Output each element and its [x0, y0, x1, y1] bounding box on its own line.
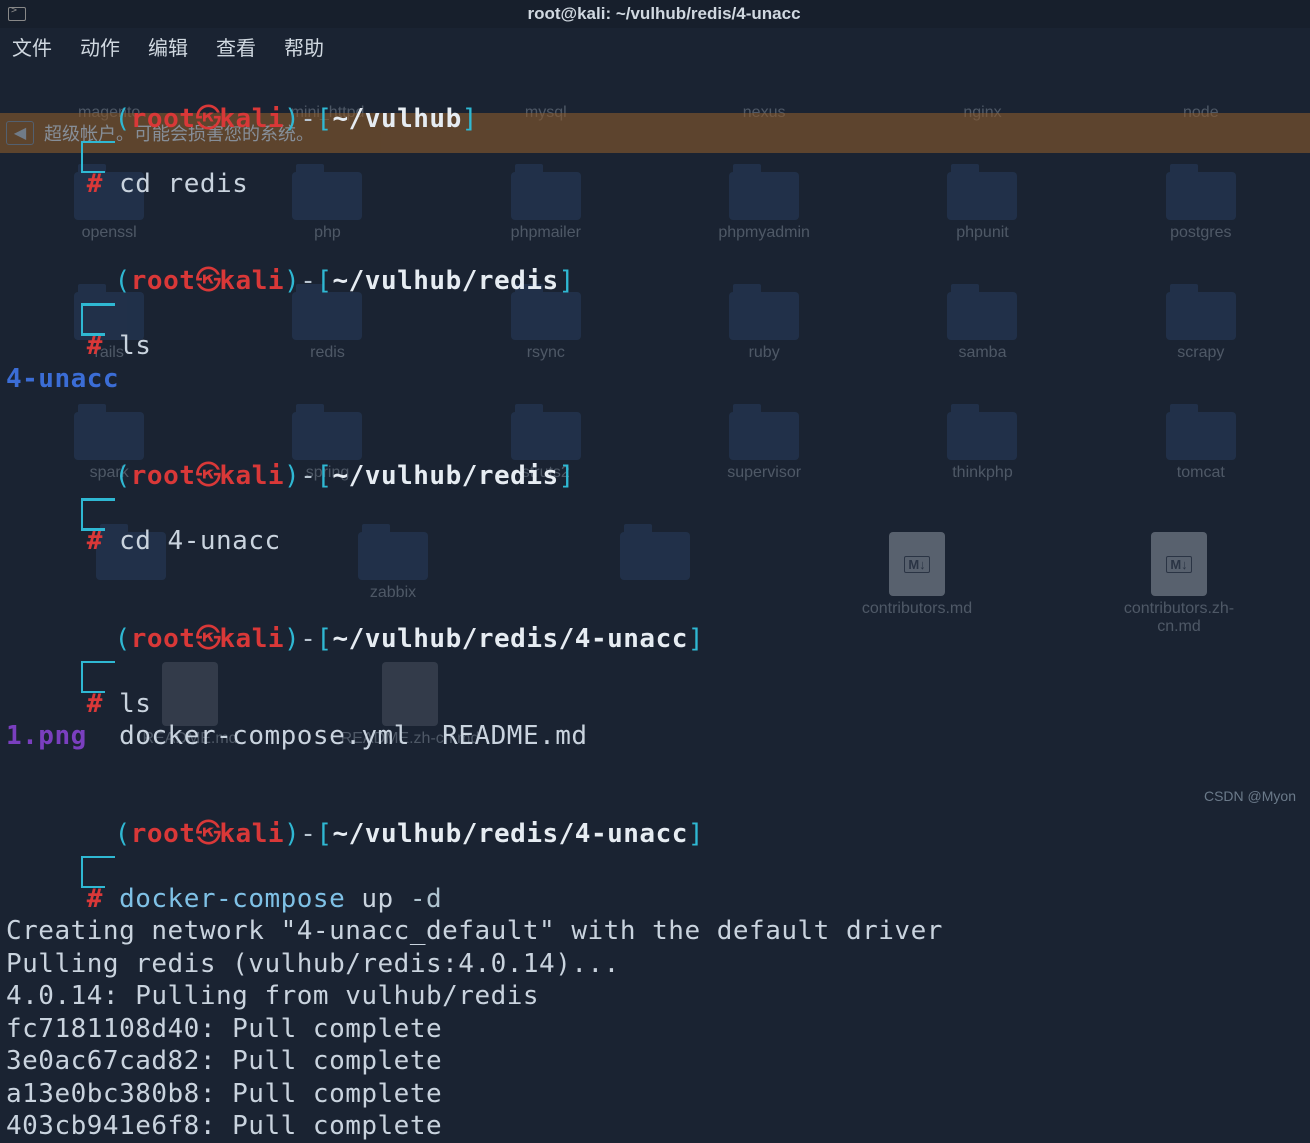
cmd-cd-4unacc: cd 4-unacc: [119, 526, 281, 556]
ls-output-file2: README.md: [442, 721, 587, 751]
watermark: CSDN @Myon⁮: [1204, 788, 1296, 804]
prompt-block-1: (root㉿kali)-[~/vulhub]: [6, 70, 1304, 168]
cmd-docker-compose: docker-compose: [119, 884, 345, 914]
menu-view[interactable]: 查看: [216, 32, 256, 61]
prompt-block-2: (root㉿kali)-[~/vulhub/redis]: [6, 233, 1304, 331]
prompt-block-3: (root㉿kali)-[~/vulhub/redis]: [6, 428, 1304, 526]
docker-output-line: Creating network "4-unacc_default" with …: [6, 915, 1304, 948]
docker-output-line: 4.0.14: Pulling from vulhub/redis: [6, 980, 1304, 1013]
docker-output-line: Pulling redis (vulhub/redis:4.0.14)...: [6, 948, 1304, 981]
menu-bar: 文件 动作 编辑 查看 帮助: [0, 28, 1310, 64]
prompt-block-4: (root㉿kali)-[~/vulhub/redis/4-unacc]: [6, 590, 1304, 688]
menu-file[interactable]: 文件: [12, 32, 52, 61]
menu-edit[interactable]: 编辑: [148, 32, 188, 61]
window-title: root@kali: ~/vulhub/redis/4-unacc: [26, 4, 1302, 24]
docker-output-line: fc7181108d40: Pull complete: [6, 1013, 1304, 1046]
window-titlebar: root@kali: ~/vulhub/redis/4-unacc: [0, 0, 1310, 28]
terminal-output[interactable]: (root㉿kali)-[~/vulhub] # cd redis (root㉿…: [6, 70, 1304, 1143]
prompt-block-5: (root㉿kali)-[~/vulhub/redis/4-unacc]: [6, 785, 1304, 883]
cmd-cd-redis: cd redis: [119, 169, 248, 199]
cmd-ls-2: ls: [119, 689, 151, 719]
ls-output-file1: docker-compose.yml: [119, 721, 410, 751]
menu-action[interactable]: 动作: [80, 32, 120, 61]
docker-output-line: 3e0ac67cad82: Pull complete: [6, 1045, 1304, 1078]
terminal-icon: [8, 7, 26, 21]
cmd-ls-1: ls: [119, 331, 151, 361]
docker-output-line: a13e0bc380b8: Pull complete: [6, 1078, 1304, 1111]
docker-output-line: 403cb941e6f8: Pull complete: [6, 1110, 1304, 1143]
menu-help[interactable]: 帮助: [284, 32, 324, 61]
ls-output-image: 1.png: [6, 721, 87, 751]
ls-output-dir: 4-unacc: [6, 364, 119, 394]
